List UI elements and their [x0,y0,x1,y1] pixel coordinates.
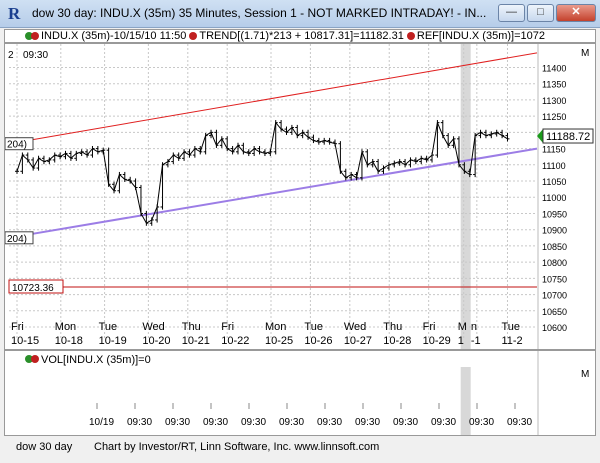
price-pane[interactable]: 2 09:30 M 114001135011300112501120011150… [4,43,596,350]
x-time-label: 09:30 [203,417,228,428]
x-time-label: 09:30 [393,417,418,428]
x-day-label: Tue [99,321,118,333]
y-tick-label: 10900 [542,226,567,236]
status-credit: Chart by Investor/RT, Linn Software, Inc… [94,441,380,453]
x-day-label: Fri [423,321,436,333]
y-tick-label: 10700 [542,291,567,301]
x-time-label: 09:30 [279,417,304,428]
x-day-label: Wed [344,321,366,333]
x-day-label: Fri [221,321,234,333]
price-pane-marker: M [581,48,589,59]
x-date-label: 10-26 [304,335,332,347]
x-time-label: 09:30 [469,417,494,428]
x-date-label: 1 [458,335,464,347]
corner-time: 09:30 [23,50,48,61]
maximize-button[interactable]: □ [527,4,554,22]
x-date-label: -1 [471,335,481,347]
status-bar: dow 30 day Chart by Investor/RT, Linn So… [0,437,600,463]
x-date-label: 10-22 [221,335,249,347]
y-tick-label: 11000 [542,193,566,203]
x-date-label: 10-27 [344,335,372,347]
close-button[interactable]: ✕ [556,4,596,22]
session-highlight-band [460,44,471,349]
x-time-label: 09:30 [317,417,342,428]
vol-red-dot-icon [31,355,39,363]
status-chart-name: dow 30 day [16,441,73,453]
y-tick-label: 11100 [542,161,566,171]
ref-dot-icon [406,32,415,41]
y-tick-label: 11300 [542,96,566,106]
x-date-label: 10-25 [265,335,293,347]
window-titlebar: R dow 30 day: INDU.X (35m) 35 Minutes, S… [0,0,600,28]
x-date-label: 11-2 [501,335,522,347]
lower-trend-tag: 204) [7,234,27,245]
x-day-label: Mon [265,321,286,333]
indicator-legend: INDU.X (35m)-10/15/10 11:50 TREND[(1.71)… [4,29,596,43]
y-tick-label: 11400 [542,63,566,73]
minimize-button[interactable]: — [498,4,525,22]
corner-number: 2 [8,50,14,61]
legend-symbol[interactable]: INDU.X (35m)-10/15/10 11:50 [41,30,186,42]
y-tick-label: 10950 [542,209,567,219]
legend-trend[interactable]: TREND[(1.71)*213 + 10817.31]=11182.31 [199,30,403,42]
x-time-label: 09:30 [507,417,532,428]
x-day-label: Thu [383,321,402,333]
x-day-label: Mon [55,321,76,333]
x-day-label: n [471,321,477,333]
volume-chart[interactable]: VOL[INDU.X (35m)]=0 M 10/19 09:30 09:30 09:… [5,351,595,435]
price-chart[interactable]: 2 09:30 M 114001135011300112501120011150… [4,44,595,349]
x-date-label: 10-15 [11,335,39,347]
x-date-label: 10-29 [423,335,451,347]
ref-tag: 10723.36 [12,283,54,294]
x-time-label: 09:30 [165,417,190,428]
x-time-label: 09:30 [355,417,380,428]
price-line[interactable] [16,120,508,224]
y-tick-label: 11350 [542,80,566,90]
app-logo-icon: R [8,4,21,23]
x-time-label: 10/19 [89,417,114,428]
y-tick-label: 10600 [542,323,567,333]
x-date-label: 10-18 [55,335,83,347]
x-day-label: Tue [304,321,323,333]
y-tick-label: 11050 [542,177,566,187]
x-date-label: 10-21 [182,335,210,347]
y-tick-label: 10650 [542,307,567,317]
x-date-label: 10-19 [99,335,127,347]
price-tag: 11188.72 [546,131,590,143]
y-tick-label: 10850 [542,242,567,252]
x-day-label: M [458,321,467,333]
y-tick-label: 10800 [542,258,567,268]
x-day-label: Tue [501,321,520,333]
vol-label[interactable]: VOL[INDU.X (35m)]=0 [41,354,151,366]
red-dot-icon [31,32,39,41]
x-date-label: 10-20 [142,335,170,347]
x-day-label: Fri [11,321,24,333]
y-tick-label: 11250 [542,112,566,122]
window-title: dow 30 day: INDU.X (35m) 35 Minutes, Ses… [32,6,487,20]
y-tick-label: 11150 [542,145,566,155]
legend-ref[interactable]: REF[INDU.X (35m)]=1072 [417,30,545,42]
y-tick-label: 10750 [542,274,567,284]
x-date-label: 10-28 [383,335,411,347]
x-day-label: Thu [182,321,201,333]
lower-trend-line[interactable] [8,147,538,239]
trend-dot-icon [189,32,198,41]
x-time-label: 09:30 [431,417,456,428]
upper-trend-tag: 204) [7,140,27,151]
x-time-label: 09:30 [127,417,152,428]
x-day-label: Wed [142,321,164,333]
upper-trend-line[interactable] [8,52,538,145]
vol-pane-marker: M [581,369,589,380]
x-time-label: 09:30 [241,417,266,428]
volume-pane[interactable]: VOL[INDU.X (35m)]=0 M 10/19 09:30 09:30 09:… [4,350,596,436]
